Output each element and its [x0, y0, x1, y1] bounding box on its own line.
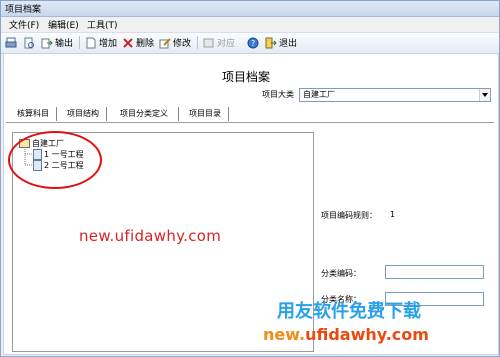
- new-document-icon: [85, 37, 97, 49]
- svg-text:?: ?: [251, 39, 255, 48]
- title-bar: 项目档案: [1, 1, 499, 17]
- preview-button[interactable]: [23, 35, 35, 50]
- toolbar: 输出 增加 删除 修改 对应 ? 退出: [1, 32, 499, 54]
- check-label: 对应: [217, 39, 236, 49]
- watermark-url-domain: ufidawhy.com: [305, 325, 429, 344]
- watermark-url-prefix: new.: [263, 325, 306, 344]
- edit-icon: [159, 37, 171, 49]
- menu-tools[interactable]: 工具(T): [87, 18, 118, 31]
- exit-icon: [265, 37, 277, 49]
- tab-accounting-subjects[interactable]: 核算科目: [10, 107, 57, 121]
- menu-file[interactable]: 文件(F): [9, 18, 39, 31]
- tab-project-structure[interactable]: 项目结构: [60, 107, 107, 121]
- preview-icon: [23, 37, 35, 49]
- app-window: 项目档案 文件(F) 编辑(E) 工具(T) 输出 增加 删除 修改 对应 ? …: [0, 0, 500, 357]
- content-panel: 项目档案 项目大类 自建工厂 核算科目 项目结构 项目分类定义 项目目录 自建工…: [3, 53, 499, 355]
- exit-button[interactable]: 退出: [265, 35, 297, 50]
- export-icon: [41, 37, 53, 49]
- menu-edit[interactable]: 编辑(E): [48, 18, 79, 31]
- modify-button[interactable]: 修改: [159, 35, 191, 50]
- category-select[interactable]: 自建工厂: [299, 88, 491, 102]
- window-title: 项目档案: [5, 5, 42, 15]
- code-rule-label: 项目编码规则：: [321, 211, 377, 220]
- check-icon: [203, 37, 215, 49]
- delete-icon: [122, 37, 134, 49]
- tab-category-definition[interactable]: 项目分类定义: [110, 107, 179, 121]
- add-label: 增加: [99, 39, 118, 49]
- add-button[interactable]: 增加: [85, 35, 117, 50]
- annotation-circle: [8, 131, 102, 189]
- class-code-label: 分类编码：: [321, 269, 361, 278]
- category-label: 项目大类: [262, 90, 294, 99]
- watermark-text: 用友软件免费下载: [277, 301, 421, 322]
- class-code-input[interactable]: [385, 265, 484, 279]
- printer-icon: [5, 37, 17, 49]
- modify-label: 修改: [173, 39, 192, 49]
- category-value: 自建工厂: [303, 90, 335, 99]
- code-rule-value: 1: [390, 210, 396, 219]
- toolbar-divider: [197, 36, 198, 49]
- print-button[interactable]: [5, 35, 17, 50]
- check-button[interactable]: 对应: [203, 35, 235, 50]
- exit-label: 退出: [279, 39, 298, 49]
- help-button[interactable]: ?: [247, 35, 259, 50]
- watermark-url-bottom: new.ufidawhy.com: [263, 325, 429, 344]
- export-label: 输出: [55, 39, 74, 49]
- chevron-down-icon[interactable]: [479, 89, 490, 101]
- tab-divider: [6, 122, 494, 123]
- help-icon: ?: [247, 37, 259, 49]
- toolbar-divider: [79, 36, 80, 49]
- export-button[interactable]: 输出: [41, 35, 73, 50]
- menu-bar: 文件(F) 编辑(E) 工具(T): [1, 17, 499, 31]
- tab-project-directory[interactable]: 项目目录: [182, 107, 229, 121]
- page-title: 项目档案: [222, 70, 271, 84]
- delete-label: 删除: [136, 39, 155, 49]
- watermark-url: new.ufidawhy.com: [79, 227, 222, 245]
- delete-button[interactable]: 删除: [122, 35, 154, 50]
